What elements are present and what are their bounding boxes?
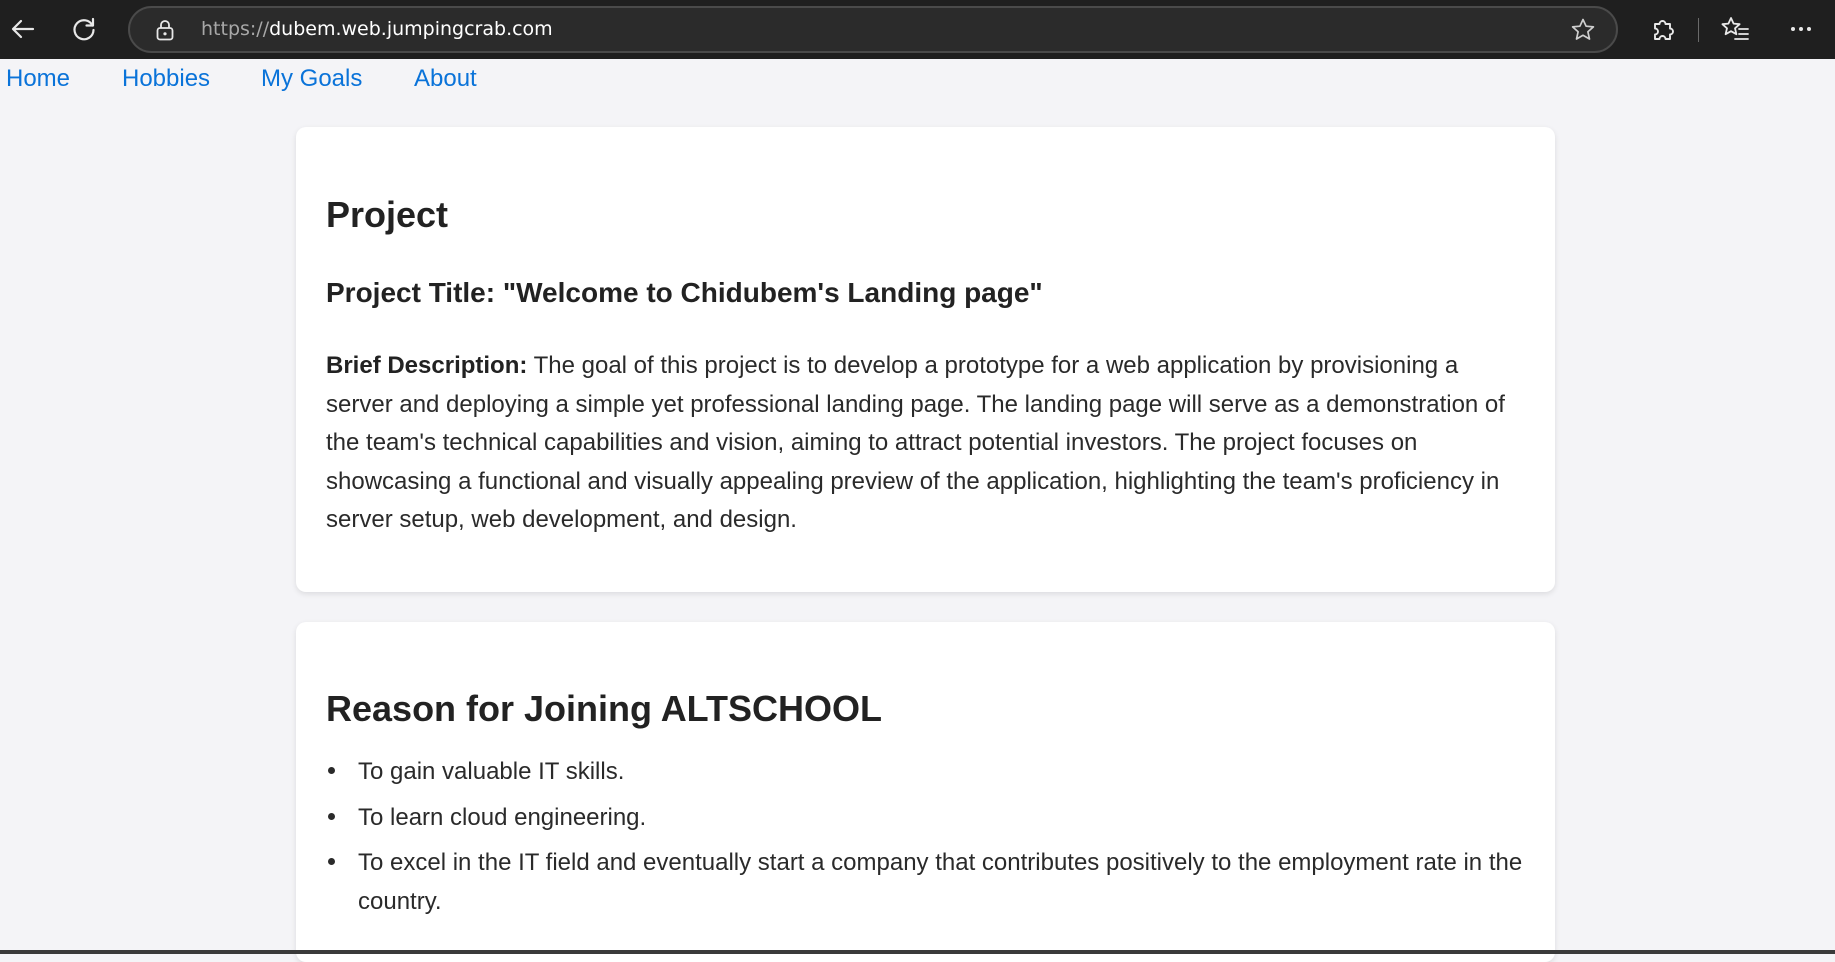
nav-link-my-goals[interactable]: My Goals [261,64,362,94]
url-text[interactable]: https://dubem.web.jumpingcrab.com [201,8,553,51]
project-card: Project Project Title: "Welcome to Chidu… [296,127,1555,592]
address-bar[interactable]: https://dubem.web.jumpingcrab.com [128,6,1618,53]
bullet-icon [326,844,358,883]
project-description: Brief Description: The goal of this proj… [326,347,1531,540]
toolbar-divider [1698,18,1699,42]
reason-heading: Reason for Joining ALTSCHOOL [326,688,882,729]
description-text: The goal of this project is to develop a… [326,352,1505,534]
nav-link-hobbies[interactable]: Hobbies [122,64,210,94]
bullet-icon [326,799,358,838]
bullet-icon [326,753,358,792]
list-item: To learn cloud engineering. [326,799,1531,838]
ellipsis-icon [1787,15,1815,43]
more-options-button[interactable] [1778,6,1824,52]
reason-card: Reason for Joining ALTSCHOOL To gain val… [296,622,1555,962]
nav-link-home[interactable]: Home [6,64,70,94]
extensions-button[interactable] [1640,6,1686,52]
favorites-list-icon [1720,15,1750,43]
nav-link-about[interactable]: About [414,64,477,94]
arrow-left-icon [9,15,37,43]
puzzle-icon [1649,15,1677,43]
reason-list: To gain valuable IT skills. To learn clo… [326,753,1531,928]
browser-toolbar: https://dubem.web.jumpingcrab.com [0,0,1835,59]
reload-icon [70,15,98,43]
project-title: Project Title: "Welcome to Chidubem's La… [326,277,1043,308]
url-host: dubem.web.jumpingcrab.com [269,18,553,40]
url-scheme: https:// [201,18,270,40]
reload-button[interactable] [61,6,107,52]
site-nav: Home Hobbies My Goals About [0,59,1835,99]
lock-icon[interactable] [154,18,176,42]
description-label: Brief Description: [326,352,528,379]
project-heading: Project [326,194,449,235]
list-item: To excel in the IT field and eventually … [326,844,1531,921]
star-outline-icon[interactable] [1570,17,1596,43]
list-item: To gain valuable IT skills. [326,753,1531,792]
back-button[interactable] [0,6,46,52]
window-bottom-edge [0,950,1835,954]
favorites-button[interactable] [1712,6,1758,52]
